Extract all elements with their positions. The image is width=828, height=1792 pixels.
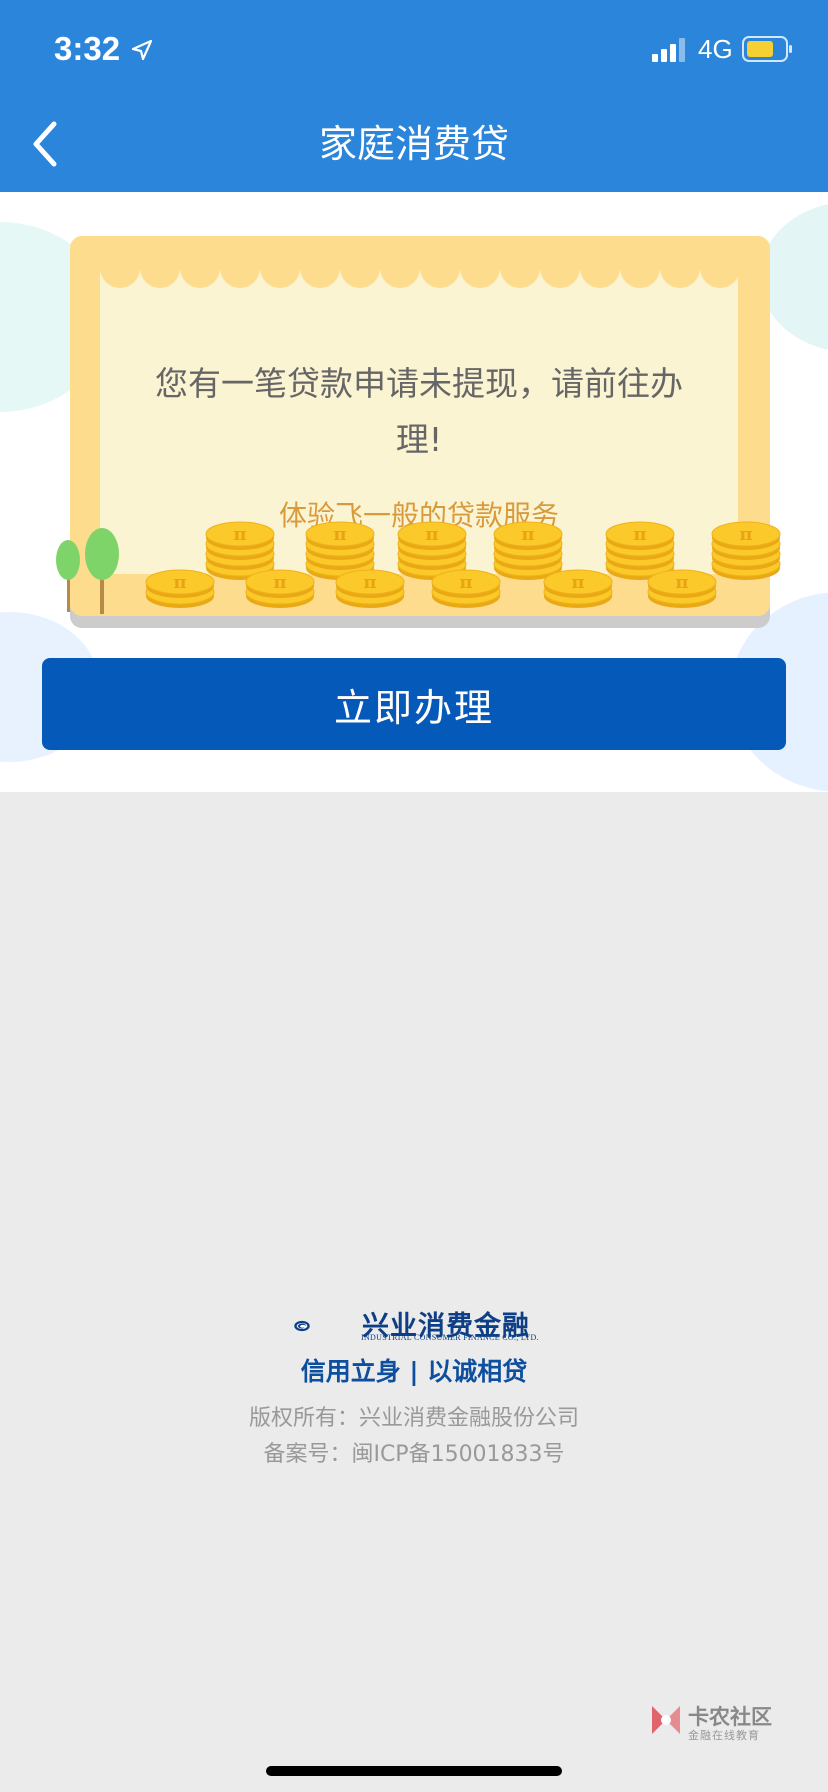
logo-english-name: INDUSTRIAL CONSUMER FINANCE CO., LTD.: [361, 1333, 539, 1342]
icp-record-text: 备案号：闽ICP备15001833号: [263, 1442, 565, 1467]
coin-stack: π: [245, 569, 315, 608]
battery-icon: [742, 36, 792, 62]
pending-loan-message: 您有一笔贷款申请未提现，请前往办理!: [155, 364, 683, 459]
coin-symbol: π: [363, 572, 376, 593]
coin-stack: π: [335, 569, 405, 608]
watermark-logo-icon: [652, 1706, 680, 1734]
coin-stack: π: [543, 569, 613, 608]
coin-symbol: π: [233, 524, 246, 545]
apply-now-button[interactable]: 立即办理: [42, 658, 786, 750]
coin-symbol: π: [633, 524, 646, 545]
location-arrow-icon: [131, 39, 153, 61]
coin-symbol: π: [675, 572, 688, 593]
coin-symbol: π: [571, 572, 584, 593]
coin-symbol: π: [739, 524, 752, 545]
coin-symbol: π: [333, 524, 346, 545]
scallop-border: [100, 264, 738, 288]
company-slogan: 信用立身 | 以诚相贷: [300, 1357, 528, 1386]
coin-symbol: π: [425, 524, 438, 545]
coin-stack: π: [145, 569, 215, 608]
coin-stack: π: [493, 521, 563, 580]
watermark-subtitle: 金融在线教育: [688, 1729, 760, 1742]
tree-illustration: [56, 528, 119, 614]
page-title: 家庭消费贷: [318, 122, 509, 166]
coin-symbol: π: [173, 572, 186, 593]
coin-stack: π: [431, 569, 501, 608]
coin-symbol: π: [273, 572, 286, 593]
coin-stack: π: [647, 569, 717, 608]
coin-symbol: π: [459, 572, 472, 593]
coin-stack: π: [605, 521, 675, 580]
app-header: 3:32 4G 家庭消费贷: [0, 0, 828, 192]
notice-card: 您有一笔贷款申请未提现，请前往办理! 体验飞一般的贷款服务 ππππππππππ…: [70, 236, 781, 616]
coin-stacks-illustration: π π π π π π π π π π π π: [145, 521, 781, 608]
coin-symbol: π: [521, 524, 534, 545]
copyright-text: 版权所有：兴业消费金融股份公司: [248, 1406, 579, 1431]
home-indicator[interactable]: [266, 1766, 562, 1776]
signal-bars-icon: [652, 38, 685, 62]
main-content: 您有一笔贷款申请未提现，请前往办理! 体验飞一般的贷款服务 ππππππππππ…: [0, 192, 828, 792]
coin-stack: π: [711, 521, 781, 580]
status-time: 3:32: [54, 30, 121, 67]
company-logo-icon: [294, 1320, 310, 1332]
decor-blob: [760, 202, 828, 352]
network-type: 4G: [698, 34, 733, 64]
